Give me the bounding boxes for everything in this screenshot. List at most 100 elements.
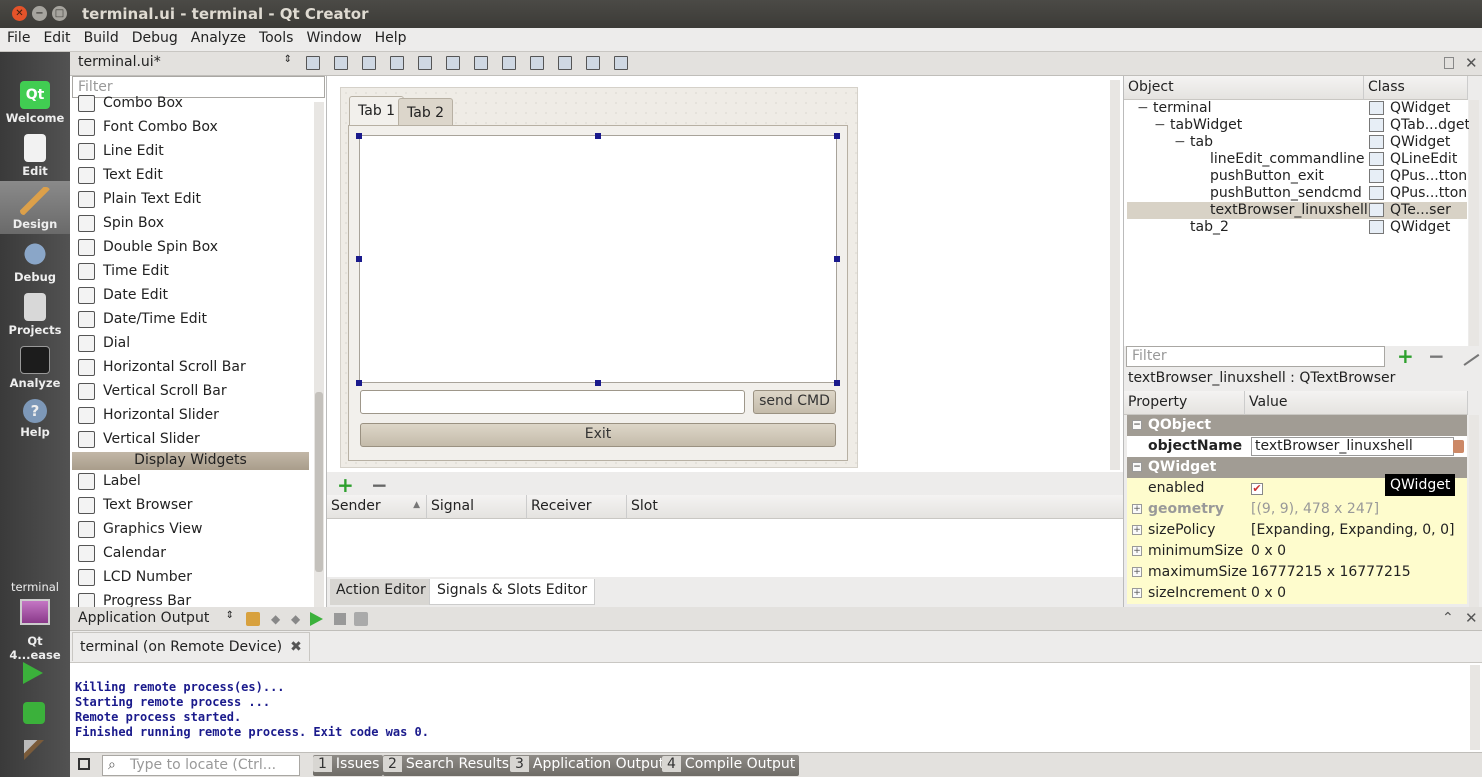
widget-item[interactable]: Horizontal Slider — [72, 404, 309, 428]
edit-signals-icon[interactable] — [334, 56, 348, 70]
menu-build[interactable]: Build — [77, 28, 125, 46]
object-tree-row[interactable]: pushButton_exit QPus...tton — [1127, 168, 1467, 185]
clear-output-icon[interactable] — [246, 612, 260, 626]
widget-item[interactable]: LCD Number — [72, 566, 309, 590]
text-browser-linuxshell[interactable] — [359, 135, 837, 383]
layout-v-splitter-icon[interactable] — [502, 56, 516, 70]
mode-debug[interactable]: Debug — [0, 234, 70, 287]
tab-2[interactable]: Tab 2 — [398, 98, 454, 126]
collapse-icon[interactable]: − — [1154, 117, 1166, 134]
property-row[interactable]: + sizePolicy [Expanding, Expanding, 0, 0] — [1127, 520, 1467, 541]
object-tree-scrollbar[interactable] — [1469, 100, 1479, 346]
widget-item[interactable]: Graphics View — [72, 518, 309, 542]
output-scrollbar[interactable] — [1470, 665, 1480, 750]
selection-handle[interactable] — [834, 380, 840, 386]
command-line-input[interactable] — [360, 390, 745, 414]
layout-form-icon[interactable] — [530, 56, 544, 70]
property-filter-input[interactable]: Filter — [1126, 346, 1385, 367]
column-receiver[interactable]: Receiver — [527, 495, 627, 519]
column-value[interactable]: Value — [1245, 391, 1468, 415]
menu-tools[interactable]: Tools — [252, 28, 300, 46]
object-tree-row[interactable]: lineEdit_commandline QLineEdit — [1127, 151, 1467, 168]
widget-item[interactable]: Text Edit — [72, 164, 309, 188]
collapse-icon[interactable]: − — [1137, 100, 1149, 117]
widget-item[interactable]: Font Combo Box — [72, 116, 309, 140]
reset-property-icon[interactable] — [1453, 440, 1464, 453]
mode-welcome[interactable]: Qt Welcome — [0, 75, 70, 128]
selection-handle[interactable] — [834, 256, 840, 262]
layout-grid-icon[interactable] — [558, 56, 572, 70]
output-pane-selector[interactable]: Application Output ⇕ — [72, 609, 238, 629]
debug-run-icon[interactable] — [23, 702, 45, 724]
widget-item[interactable]: Combo Box — [72, 92, 309, 116]
object-tree-row[interactable]: − tabWidget QTab...dget — [1127, 117, 1470, 134]
menu-window[interactable]: Window — [299, 28, 367, 46]
mode-design[interactable]: Design — [0, 181, 70, 234]
property-scrollbar[interactable] — [1469, 415, 1479, 607]
send-cmd-button[interactable]: send CMD — [753, 390, 836, 414]
column-property[interactable]: Property — [1124, 391, 1245, 415]
widget-item[interactable]: Calendar — [72, 542, 309, 566]
object-tree-row[interactable]: tab_2 QWidget — [1127, 219, 1467, 236]
open-document-combo[interactable]: terminal.ui* ⇕ — [72, 53, 296, 73]
widget-item[interactable]: Vertical Scroll Bar — [72, 380, 309, 404]
property-row[interactable]: + maximumSize 16777215 x 16777215 — [1127, 562, 1467, 583]
tab-action-editor[interactable]: Action Editor — [330, 579, 432, 605]
category-display-widgets[interactable]: Display Widgets — [72, 452, 309, 470]
selection-handle[interactable] — [356, 133, 362, 139]
stop-icon[interactable] — [334, 613, 346, 625]
configure-wrench-icon[interactable] — [1456, 344, 1480, 366]
widget-box-scrollbar[interactable] — [314, 102, 324, 607]
lock-icon[interactable] — [1444, 57, 1454, 69]
close-editor-icon[interactable]: ✕ — [1465, 54, 1478, 72]
menu-analyze[interactable]: Analyze — [184, 28, 252, 46]
maximize-window-icon[interactable]: □ — [52, 6, 67, 21]
tab-1[interactable]: Tab 1 — [349, 96, 405, 127]
widget-item[interactable]: Plain Text Edit — [72, 188, 309, 212]
widget-item[interactable]: Double Spin Box — [72, 236, 309, 260]
menu-debug[interactable]: Debug — [125, 28, 184, 46]
widget-item[interactable]: Spin Box — [72, 212, 309, 236]
add-connection-icon[interactable]: + — [337, 475, 354, 495]
column-object[interactable]: Object — [1124, 76, 1364, 100]
widget-item[interactable]: Line Edit — [72, 140, 309, 164]
mode-edit[interactable]: Edit — [0, 128, 70, 181]
attach-debugger-icon[interactable] — [354, 612, 368, 626]
column-slot[interactable]: Slot — [627, 495, 1123, 519]
layout-horizontal-icon[interactable] — [418, 56, 432, 70]
property-row[interactable]: + geometry [(9, 9), 478 x 247] — [1127, 499, 1467, 520]
object-tree-row[interactable]: − terminal QWidget — [1127, 100, 1467, 117]
maximize-pane-icon[interactable]: ⌃ — [1442, 610, 1454, 626]
property-group[interactable]: − QObject — [1127, 415, 1467, 436]
issues-pane-button[interactable]: 1 Issues — [313, 755, 384, 776]
object-tree-row[interactable]: − tab QWidget — [1127, 134, 1467, 151]
add-dynamic-property-icon[interactable]: + — [1397, 344, 1414, 368]
mode-projects[interactable]: Projects — [0, 287, 70, 340]
break-layout-icon[interactable] — [586, 56, 600, 70]
layout-h-splitter-icon[interactable] — [474, 56, 488, 70]
remove-connection-icon[interactable]: − — [371, 475, 388, 495]
edit-buddies-icon[interactable] — [362, 56, 376, 70]
locator-input[interactable]: ⌕ Type to locate (Ctrl... — [102, 755, 300, 776]
tab-signals-slots-editor[interactable]: Signals & Slots Editor — [429, 579, 596, 605]
object-name-input[interactable]: textBrowser_linuxshell — [1251, 437, 1454, 456]
widget-item[interactable]: Vertical Slider — [72, 428, 309, 452]
next-item-icon[interactable]: ◆ — [291, 612, 300, 626]
exit-button[interactable]: Exit — [360, 423, 836, 447]
object-tree-row[interactable]: textBrowser_linuxshell QTe...ser — [1127, 202, 1467, 219]
widget-item[interactable]: Time Edit — [72, 260, 309, 284]
previous-item-icon[interactable]: ◆ — [271, 612, 280, 626]
toggle-sidebar-icon[interactable] — [78, 758, 90, 770]
menu-file[interactable]: File — [0, 28, 36, 46]
minimize-window-icon[interactable]: − — [32, 6, 47, 21]
mode-analyze[interactable]: Analyze — [0, 340, 70, 393]
search-results-pane-button[interactable]: 2 Search Results — [383, 755, 514, 776]
widget-item[interactable]: Label — [72, 470, 309, 494]
menu-edit[interactable]: Edit — [36, 28, 76, 46]
edit-widgets-icon[interactable] — [306, 56, 320, 70]
selection-handle[interactable] — [356, 256, 362, 262]
close-window-icon[interactable]: ✕ — [12, 6, 27, 21]
rerun-icon[interactable] — [310, 612, 323, 626]
layout-vertical-icon[interactable] — [446, 56, 460, 70]
widget-item[interactable]: Date/Time Edit — [72, 308, 309, 332]
